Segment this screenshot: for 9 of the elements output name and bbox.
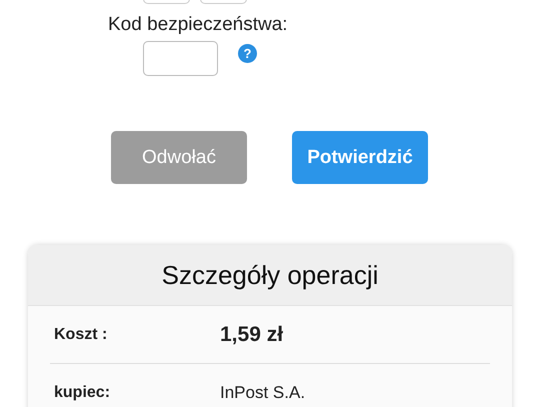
field-label: Kod bezpieczeństwa: [108,14,289,36]
confirm-button[interactable]: Potwierdzić [292,131,428,184]
detail-value: InPost S.A. [220,382,306,402]
detail-label: Koszt : [53,326,108,344]
help-button[interactable]: ? [238,44,257,63]
detail-value: 1,59 zł [220,322,284,346]
security-code-field[interactable] [143,41,218,76]
detail-label: kupiec: [53,384,112,402]
card-title: Szczegóły operacji [28,245,512,306]
